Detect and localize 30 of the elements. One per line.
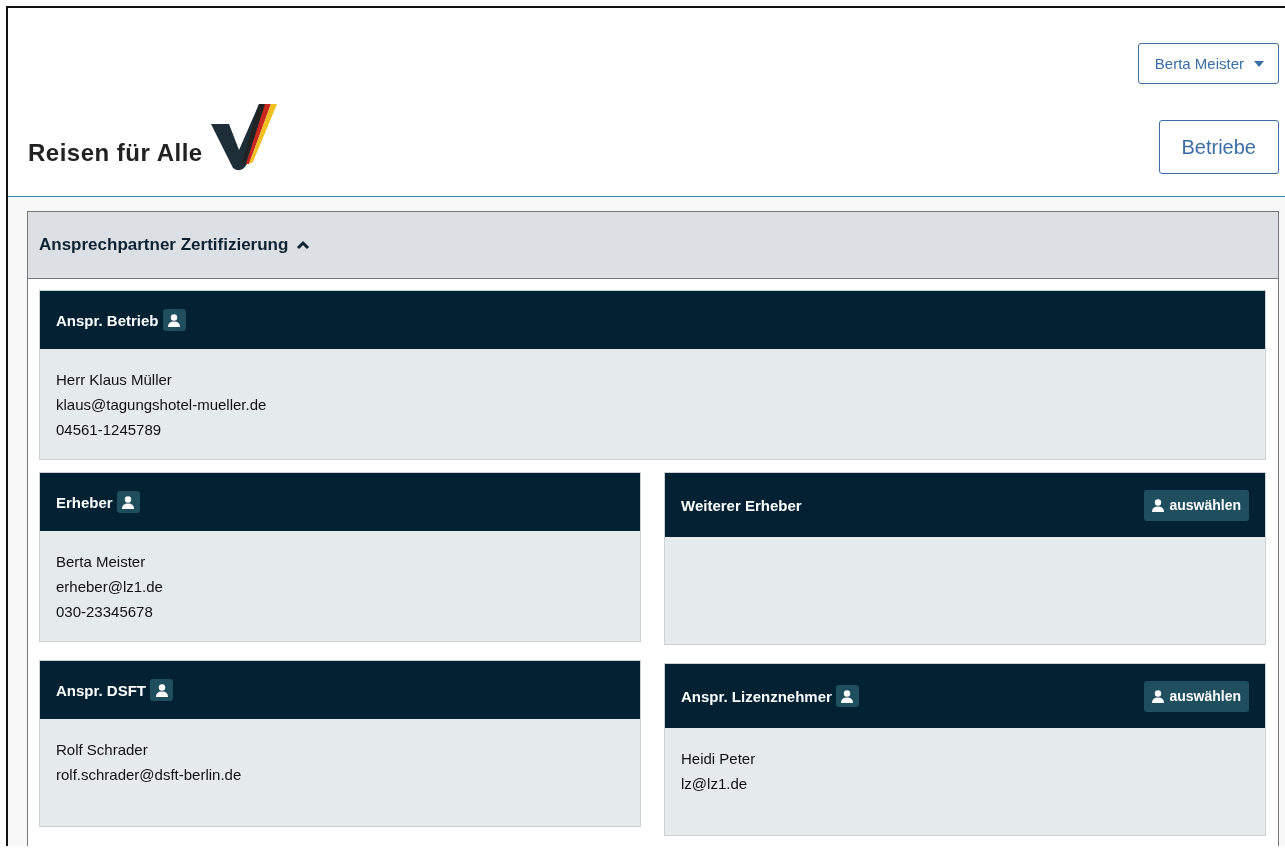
select-button[interactable]: auswählen bbox=[1144, 489, 1249, 521]
contact-line: erheber@lz1.de bbox=[56, 577, 164, 597]
contact-line: 04561-1245789 bbox=[56, 420, 163, 440]
person-icon bbox=[1152, 689, 1165, 703]
card-title: Weiterer Erheber bbox=[681, 496, 802, 514]
betriebe-button[interactable]: Betriebe bbox=[1158, 120, 1279, 174]
person-icon[interactable] bbox=[835, 685, 859, 707]
chevron-icon bbox=[296, 240, 311, 250]
contact-line: Rolf Schrader bbox=[56, 740, 149, 760]
person-icon[interactable] bbox=[162, 309, 186, 331]
contact-line: Herr Klaus Müller bbox=[56, 370, 173, 390]
person-icon[interactable] bbox=[150, 679, 173, 701]
section-title: Ansprechpartner Zertifizierung bbox=[39, 235, 289, 255]
person-icon[interactable] bbox=[116, 491, 140, 513]
card-title: Erheber bbox=[56, 493, 113, 511]
section-header[interactable]: Ansprechpartner Zertifizierung bbox=[28, 212, 1278, 279]
select-button[interactable]: auswählen bbox=[1144, 680, 1249, 712]
contact-line: rolf.schrader@dsft-berlin.de bbox=[56, 765, 243, 785]
person-icon bbox=[1152, 498, 1165, 512]
contact-line: lz@lz1.de bbox=[681, 774, 749, 794]
contact-line: Berta Meister bbox=[56, 552, 147, 572]
contact-line: Heidi Peter bbox=[681, 749, 757, 769]
card-title: Anspr. Lizenznehmer bbox=[681, 687, 832, 705]
caret-icon bbox=[1254, 60, 1264, 67]
logo-text: Reisen für Alle bbox=[28, 139, 203, 168]
user-menu-button[interactable]: Berta Meister bbox=[1137, 43, 1279, 84]
contact-line: klaus@tagungshotel-mueller.de bbox=[56, 395, 268, 415]
card-title: Anspr. DSFT bbox=[56, 681, 146, 699]
card-title: Anspr. Betrieb bbox=[56, 311, 159, 329]
contact-line: 030-23345678 bbox=[56, 602, 154, 622]
